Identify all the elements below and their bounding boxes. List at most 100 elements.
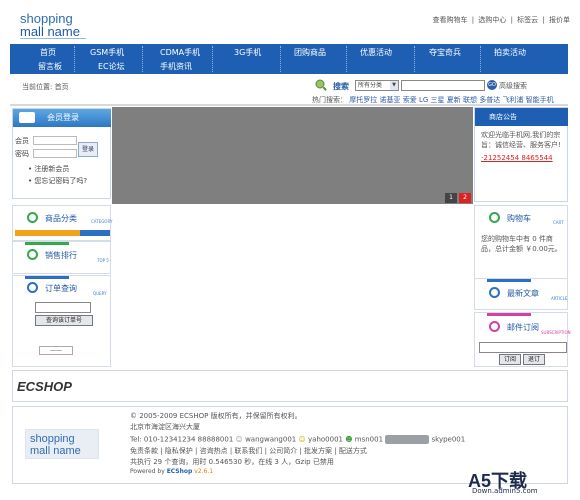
- subscribe-title: 邮件订阅: [507, 323, 539, 332]
- unsubscribe-button[interactable]: 退订: [523, 354, 545, 365]
- hot-word[interactable]: 智能手机: [526, 96, 554, 104]
- order-query-button[interactable]: 查询该订单号: [35, 315, 93, 326]
- search-icon: [315, 79, 327, 91]
- top-sellers-tag: TOP 5: [97, 258, 109, 263]
- order-number-input[interactable]: [35, 302, 91, 313]
- category-icon: [27, 212, 38, 223]
- password-label: 密码: [15, 150, 29, 158]
- hot-word[interactable]: LG: [419, 96, 428, 104]
- nav-divider: [280, 46, 281, 72]
- powered-brand[interactable]: ECShop: [167, 468, 193, 475]
- nav-item-gsm[interactable]: GSM手机: [90, 47, 124, 58]
- hot-word[interactable]: 诺基亚: [379, 96, 400, 104]
- nav-item-home[interactable]: 首页: [40, 47, 56, 58]
- nav-divider: [74, 46, 75, 72]
- section-divider: [10, 104, 568, 106]
- breadcrumb: 当前位置: 首页: [22, 83, 69, 91]
- chevron-down-icon: ▼: [390, 81, 398, 90]
- toplink-pick-center[interactable]: 选购中心: [478, 16, 506, 24]
- nav-item-cdma[interactable]: CDMA手机: [160, 47, 200, 58]
- nav-item-news[interactable]: 手机资讯: [160, 61, 192, 72]
- subscribe-box: 邮件订阅 SUBSCRIPTION 订阅 退订: [474, 312, 571, 367]
- category-select[interactable]: 所有分类 ▼: [355, 80, 399, 91]
- search-label: 搜索: [333, 82, 349, 91]
- register-link[interactable]: • 注册新会员: [28, 164, 69, 174]
- notice-title: 商店公告: [475, 108, 568, 126]
- toplink-cart[interactable]: 查看购物车: [433, 16, 468, 24]
- hot-word[interactable]: 摩托罗拉: [349, 96, 377, 104]
- vote-input[interactable]: ——: [39, 346, 73, 355]
- yahoo-icon: ☺: [298, 435, 306, 444]
- top-sellers-title: 销售排行: [45, 251, 77, 260]
- toplink-tag-cloud[interactable]: 标签云: [517, 16, 538, 24]
- username-input[interactable]: [33, 136, 77, 145]
- nav-divider: [414, 46, 415, 72]
- login-button[interactable]: 登录: [78, 142, 98, 157]
- search-bar: 搜索 所有分类 ▼ GO 高级搜索: [315, 79, 565, 93]
- notice-text: 欢迎光临手机网,我们的宗旨：诚信经营、服务客户!: [481, 131, 561, 149]
- ecshop-logo[interactable]: ECSHOP: [17, 379, 72, 394]
- category-title: 商品分类: [45, 214, 77, 223]
- footer-logo: shopping mall name: [25, 429, 99, 459]
- search-go-button[interactable]: GO: [487, 80, 497, 90]
- powered-version: v2.6.1: [194, 468, 214, 475]
- site-logo[interactable]: shopping mall name: [20, 12, 86, 42]
- nav-divider: [212, 46, 213, 72]
- login-title: 会员登录: [47, 113, 79, 122]
- search-input[interactable]: [401, 80, 485, 91]
- nav-item-forum[interactable]: EC论坛: [98, 61, 125, 72]
- banner-pager: 1 2: [443, 193, 473, 203]
- nav-item-3g[interactable]: 3G手机: [234, 47, 261, 58]
- subscribe-button[interactable]: 订阅: [499, 354, 521, 365]
- category-tag: CATEGORY: [91, 219, 113, 224]
- subscribe-tag: SUBSCRIPTION: [541, 330, 571, 335]
- banner-page-2[interactable]: 2: [459, 193, 471, 203]
- wangwang-icon: ☺: [235, 435, 243, 444]
- footer-contact-row: Tel: 010-12341234 88888001 ☺ wangwang001…: [130, 435, 465, 444]
- hot-word[interactable]: 联想: [463, 96, 477, 104]
- footer-yahoo[interactable]: yaho0001: [308, 436, 343, 444]
- hot-word[interactable]: 索爱: [403, 96, 417, 104]
- email-input[interactable]: [479, 342, 567, 353]
- subscribe-icon: [489, 321, 500, 332]
- footer-wangwang[interactable]: wangwang001: [245, 436, 296, 444]
- promo-banner[interactable]: [112, 107, 473, 204]
- order-query-tag: QUERY: [93, 291, 107, 296]
- cart-tag: CART: [553, 220, 564, 225]
- category-box: 商品分类 CATEGORY: [12, 205, 113, 241]
- powered-label: Powered by: [130, 468, 167, 475]
- password-input[interactable]: [33, 149, 77, 158]
- cart-summary: 您的购物车中有 0 件商品，总计金额 ￥0.00元。: [481, 235, 562, 253]
- footer-stats: 共执行 29 个查询，用时 0.546530 秒，在线 3 人，Gzip 已禁用: [130, 458, 334, 466]
- footer-logo-line1: shopping: [30, 433, 75, 445]
- nav-item-group-buy[interactable]: 团购商品: [294, 47, 326, 58]
- nav-item-snatch[interactable]: 夺宝奇兵: [429, 47, 461, 58]
- partner-logo-strip: ECSHOP: [12, 370, 568, 402]
- skype-icon: [385, 435, 430, 444]
- footer-msn[interactable]: msn001: [355, 436, 383, 444]
- footer-skype[interactable]: skype001: [432, 436, 466, 444]
- main-nav: 首页 GSM手机 CDMA手机 3G手机 团购商品 优惠活动 夺宝奇兵 拍卖活动…: [10, 44, 568, 74]
- advanced-search-link[interactable]: 高级搜索: [499, 81, 527, 91]
- articles-box: 最新文章 ARTICLE: [474, 278, 568, 310]
- order-query-bar: [25, 276, 69, 279]
- toplink-quotation[interactable]: 报价单: [549, 16, 570, 24]
- nav-divider: [480, 46, 481, 72]
- top-links: 查看购物车 | 选购中心 | 标签云 | 报价单: [431, 15, 570, 25]
- footer-copyright: © 2005-2009 ECSHOP 版权所有，并保留所有权利。: [130, 412, 302, 420]
- forgot-password-link[interactable]: • 您忘记密码了吗?: [28, 176, 87, 186]
- nav-item-auction[interactable]: 拍卖活动: [494, 47, 526, 58]
- nav-divider: [142, 46, 143, 72]
- footer-links[interactable]: 免责条款 | 隐私保护 | 咨询热点 | 联系我们 | 公司简介 | 批发方案 …: [130, 446, 367, 456]
- watermark-url: Down.admin5.com: [472, 487, 538, 495]
- cart-title: 购物车: [507, 214, 531, 223]
- nav-item-promotions[interactable]: 优惠活动: [360, 47, 392, 58]
- top-sellers-bar: [25, 242, 69, 245]
- hot-word[interactable]: 飞利浦: [502, 96, 523, 104]
- banner-page-1[interactable]: 1: [445, 193, 457, 203]
- hot-word[interactable]: 三星: [431, 96, 445, 104]
- footer-logo-line2: mall name: [30, 445, 81, 457]
- nav-item-guestbook[interactable]: 留言板: [38, 61, 62, 72]
- hot-word[interactable]: 夏新: [447, 96, 461, 104]
- hot-word[interactable]: 多普达: [479, 96, 500, 104]
